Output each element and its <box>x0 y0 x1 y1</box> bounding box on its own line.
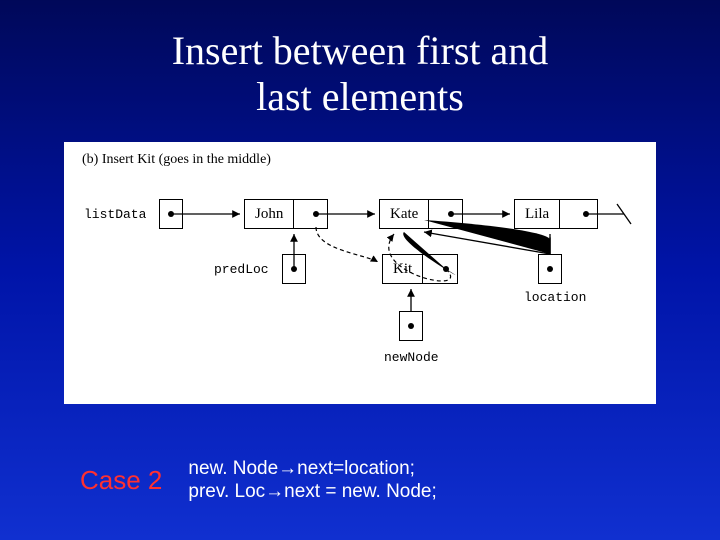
label-location: location <box>524 290 586 305</box>
footer-row: Case 2 new. Node→next=location; prev. Lo… <box>0 457 720 505</box>
diagram-caption: (b) Insert Kit (goes in the middle) <box>82 152 271 168</box>
label-listdata: listData <box>84 207 146 222</box>
code-lines: new. Node→next=location; prev. Loc→next … <box>188 457 436 505</box>
diagram-panel: (b) Insert Kit (goes in the middle) list… <box>64 142 656 404</box>
label-newnode: newNode <box>384 350 439 365</box>
lila-ptr-dot <box>583 211 589 217</box>
node-kate-label: Kate <box>380 200 429 228</box>
location-dot <box>547 266 553 272</box>
code-line-1: new. Node→next=location; <box>188 457 436 481</box>
node-john-label: John <box>245 200 294 228</box>
code-line-2: prev. Loc→next = new. Node; <box>188 480 436 504</box>
kit-ptr-dot <box>443 266 449 272</box>
slide-title: Insert between first and last elements <box>0 0 720 120</box>
node-kit-label: Kit <box>383 255 423 283</box>
case-label: Case 2 <box>80 465 162 496</box>
predloc-dot <box>291 266 297 272</box>
title-line-1: Insert between first and <box>172 28 549 73</box>
listdata-dot <box>168 211 174 217</box>
title-line-2: last elements <box>256 74 464 119</box>
arrows-layer <box>64 142 656 404</box>
kate-ptr-dot <box>448 211 454 217</box>
label-predloc: predLoc <box>214 262 269 277</box>
john-ptr-dot <box>313 211 319 217</box>
node-lila-label: Lila <box>515 200 560 228</box>
newnode-dot <box>408 323 414 329</box>
